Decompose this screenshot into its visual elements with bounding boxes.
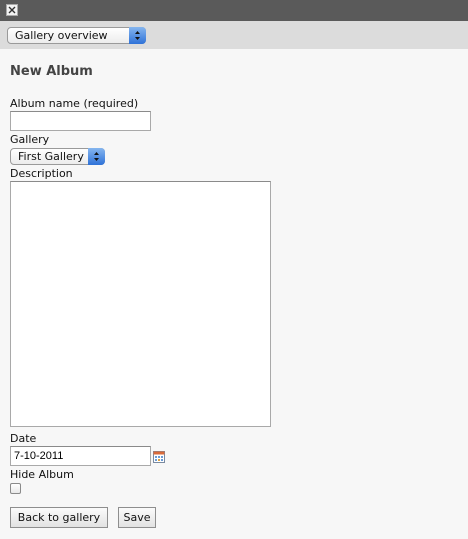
description-label: Description xyxy=(10,167,73,180)
hide-album-checkbox[interactable] xyxy=(10,483,21,494)
close-icon xyxy=(8,6,16,14)
save-button[interactable]: Save xyxy=(118,507,156,528)
gallery-select[interactable]: First Gallery xyxy=(10,148,105,165)
gallery-select-value: First Gallery xyxy=(18,150,84,163)
select-arrows-icon xyxy=(88,148,105,165)
select-arrows-icon xyxy=(129,27,146,44)
date-input[interactable] xyxy=(10,446,151,466)
view-select-value: Gallery overview xyxy=(15,29,108,42)
back-to-gallery-button[interactable]: Back to gallery xyxy=(10,507,108,528)
close-button[interactable] xyxy=(6,4,18,16)
gallery-label: Gallery xyxy=(10,133,50,146)
window-titlebar xyxy=(0,0,468,21)
hide-album-label: Hide Album xyxy=(10,468,74,481)
toolbar: Gallery overview xyxy=(0,21,468,49)
view-select[interactable]: Gallery overview xyxy=(7,27,146,44)
album-name-input[interactable] xyxy=(10,111,151,131)
album-name-label: Album name (required) xyxy=(10,97,139,110)
date-label: Date xyxy=(10,432,37,445)
description-textarea[interactable] xyxy=(10,181,271,427)
page-title: New Album xyxy=(10,64,93,79)
calendar-icon[interactable] xyxy=(153,451,165,463)
